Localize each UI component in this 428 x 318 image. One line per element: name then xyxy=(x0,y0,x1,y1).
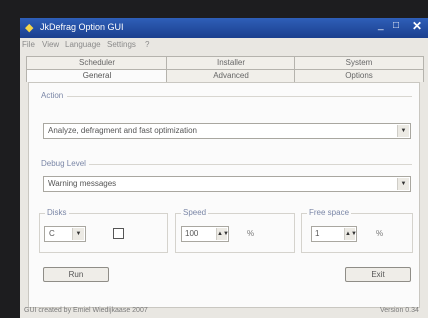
spin-icon[interactable]: ▲▼ xyxy=(344,228,357,240)
tab-advanced[interactable]: Advanced xyxy=(166,69,296,82)
action-select[interactable]: Analyze, defragment and fast optimizatio… xyxy=(43,123,411,139)
disks-label: Disks xyxy=(45,208,69,217)
tab-scheduler[interactable]: Scheduler xyxy=(26,56,168,69)
debug-level-select[interactable]: Warning messages ▼ xyxy=(43,176,411,192)
speed-value: 100 xyxy=(185,229,199,238)
action-group-line xyxy=(67,96,412,97)
chevron-down-icon[interactable]: ▼ xyxy=(72,228,84,240)
spin-icon[interactable]: ▲▼ xyxy=(216,228,229,240)
maximize-icon[interactable]: □ xyxy=(393,20,399,31)
status-credit: GUI created by Emiel Wiedijkaase 2007 xyxy=(24,307,148,314)
debug-level-value: Warning messages xyxy=(48,179,117,188)
run-button[interactable]: Run xyxy=(43,267,109,282)
menu-language[interactable]: Language xyxy=(65,40,101,49)
general-panel: Action Analyze, defragment and fast opti… xyxy=(28,82,420,308)
window-title: JkDefrag Option GUI xyxy=(40,22,124,32)
action-label: Action xyxy=(41,91,64,100)
tab-general[interactable]: General xyxy=(26,69,168,82)
exit-button[interactable]: Exit xyxy=(345,267,411,282)
speed-spinner[interactable]: 100 ▲▼ xyxy=(181,226,229,242)
tab-system[interactable]: System xyxy=(294,56,424,69)
freespace-spinner[interactable]: 1 ▲▼ xyxy=(311,226,357,242)
chevron-down-icon[interactable]: ▼ xyxy=(397,125,409,137)
freespace-value: 1 xyxy=(315,229,320,238)
debug-group-line xyxy=(89,164,412,165)
freespace-unit: % xyxy=(376,229,384,238)
minimize-icon[interactable]: _ xyxy=(378,20,384,31)
menu-help[interactable]: ? xyxy=(145,40,149,49)
action-value: Analyze, defragment and fast optimizatio… xyxy=(48,126,197,135)
menu-view[interactable]: View xyxy=(42,40,59,49)
speed-unit: % xyxy=(247,229,255,238)
menu-settings[interactable]: Settings xyxy=(107,40,136,49)
defrag-app-icon: ◆ xyxy=(25,22,34,34)
title-bar[interactable]: ◆ JkDefrag Option GUI _ □ ✕ xyxy=(20,18,428,38)
debug-level-label: Debug Level xyxy=(41,159,86,168)
disk-select[interactable]: C ▼ xyxy=(44,226,86,242)
menu-bar: File View Language Settings ? xyxy=(20,38,428,52)
speed-label: Speed xyxy=(181,208,209,217)
close-icon[interactable]: ✕ xyxy=(412,19,422,33)
app-window: ◆ JkDefrag Option GUI _ □ ✕ File View La… xyxy=(20,18,428,318)
tab-options[interactable]: Options xyxy=(294,69,424,82)
disk-checkbox[interactable] xyxy=(113,228,124,239)
tab-installer[interactable]: Installer xyxy=(166,56,296,69)
status-version: Version 0.34 xyxy=(380,307,419,314)
menu-file[interactable]: File xyxy=(22,40,35,49)
freespace-label: Free space xyxy=(307,208,352,217)
disk-value: C xyxy=(49,229,55,238)
chevron-down-icon[interactable]: ▼ xyxy=(397,178,409,190)
